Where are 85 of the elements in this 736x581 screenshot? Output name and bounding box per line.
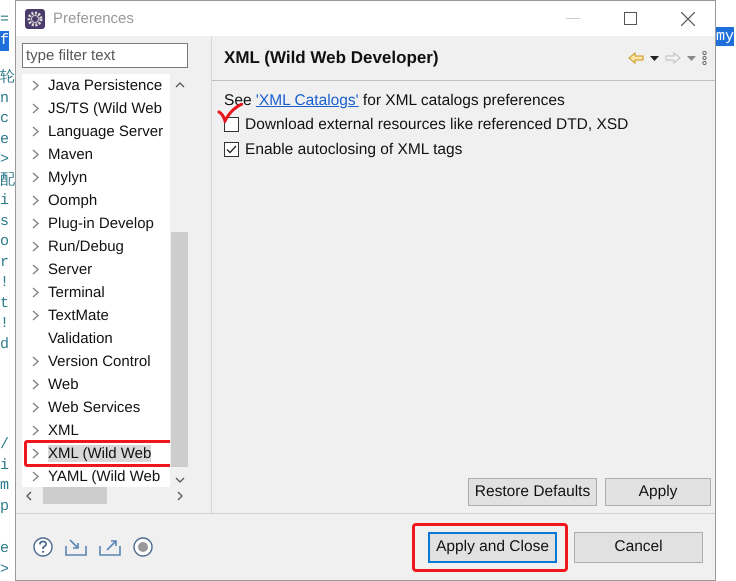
chevron-icon[interactable] <box>32 402 39 413</box>
code-fragment: s <box>0 212 10 232</box>
chevron-icon[interactable] <box>32 103 39 114</box>
tree-item[interactable]: Terminal <box>22 281 170 304</box>
scroll-right-icon[interactable] <box>177 490 183 500</box>
chevron-icon[interactable] <box>32 126 39 137</box>
code-fragment: r <box>0 252 10 272</box>
scroll-down-icon[interactable] <box>174 477 184 483</box>
tree-item[interactable]: Plug-in Develop <box>22 212 170 235</box>
tree-item[interactable]: Mylyn <box>22 166 170 189</box>
code-fragment: i <box>0 456 10 476</box>
help-icon[interactable] <box>33 537 53 557</box>
tree-item[interactable]: Language Server <box>22 120 170 143</box>
page-button[interactable]: Apply <box>605 478 711 506</box>
chevron-icon[interactable] <box>32 80 39 91</box>
tree-item[interactable]: JS/TS (Wild Web <box>22 97 170 120</box>
code-fragment: d <box>0 334 10 354</box>
gear-icon <box>25 8 45 28</box>
code-fragment: n <box>0 88 10 108</box>
tree-item[interactable]: Validation <box>22 327 170 350</box>
chevron-icon[interactable] <box>32 379 39 390</box>
close-icon[interactable] <box>681 12 695 26</box>
chevron-icon[interactable] <box>32 287 39 298</box>
export-icon[interactable] <box>99 538 121 556</box>
tree-item[interactable]: YAML (Wild Web <box>22 465 170 487</box>
chevron-icon[interactable] <box>32 241 39 252</box>
checkbox[interactable] <box>224 117 239 132</box>
chevron-icon[interactable] <box>32 172 39 183</box>
code-fragment: = <box>0 10 10 30</box>
code-fragment: my <box>716 27 734 46</box>
maximize-icon[interactable] <box>624 12 637 25</box>
code-fragment: 配 <box>0 170 15 190</box>
import-icon[interactable] <box>65 538 87 556</box>
option-label: Enable autoclosing of XML tags <box>245 140 462 158</box>
page-title: XML (Wild Web Developer) <box>224 48 439 68</box>
tree-item[interactable]: XML <box>22 419 170 442</box>
more-icon[interactable] <box>702 51 707 65</box>
code-fragment: / <box>0 435 10 455</box>
chevron-icon[interactable] <box>32 471 39 482</box>
checkbox[interactable] <box>224 142 239 157</box>
code-fragment: p <box>0 496 10 516</box>
tree-item[interactable]: TextMate <box>22 304 170 327</box>
scroll-up-icon[interactable] <box>174 82 184 88</box>
code-fragment: > <box>0 560 10 580</box>
code-fragment: t <box>0 294 10 314</box>
chevron-icon[interactable] <box>32 195 39 206</box>
code-fragment: c <box>0 109 10 129</box>
xml-catalogs-link[interactable]: 'XML Catalogs' <box>256 92 359 109</box>
tree-item[interactable]: Maven <box>22 143 170 166</box>
code-fragment: f <box>0 30 10 51</box>
tree-item[interactable]: Run/Debug <box>22 235 170 258</box>
chevron-icon[interactable] <box>32 448 39 459</box>
code-fragment: e <box>0 539 10 559</box>
chevron-icon[interactable] <box>32 218 39 229</box>
dialog-button[interactable]: Apply and Close <box>428 532 557 562</box>
chevron-icon[interactable] <box>32 356 39 367</box>
intro-text: See <box>224 92 253 109</box>
chevron-icon[interactable] <box>32 310 39 321</box>
code-fragment: i <box>0 191 10 211</box>
chevron-icon[interactable] <box>32 264 39 275</box>
code-fragment: m <box>0 476 10 496</box>
tree-item[interactable]: Java Persistence <box>22 74 170 97</box>
chevron-icon[interactable] <box>32 425 39 436</box>
scroll-left-icon[interactable] <box>26 490 32 500</box>
tree-item[interactable]: Web <box>22 373 170 396</box>
tree-item[interactable]: Web Services <box>22 396 170 419</box>
back-arrow-icon[interactable] <box>628 52 644 64</box>
chevron-icon[interactable] <box>32 149 39 160</box>
option-label: Download external resources like referenced DTD, XSD <box>245 116 628 134</box>
dropdown-icon[interactable] <box>650 56 659 60</box>
filter-field[interactable]: type filter text <box>22 43 188 68</box>
tree-item[interactable]: Server <box>22 258 170 281</box>
code-fragment: o <box>0 232 10 252</box>
record-icon[interactable] <box>133 537 153 557</box>
code-fragment: > <box>0 150 10 170</box>
code-fragment: e <box>0 130 10 150</box>
code-fragment: ! <box>0 314 10 334</box>
code-fragment: ! <box>0 273 10 293</box>
tree-item[interactable]: Version Control <box>22 350 170 373</box>
tree-item[interactable]: Oomph <box>22 189 170 212</box>
window-title: Preferences <box>53 10 134 27</box>
page-button[interactable]: Restore Defaults <box>468 478 597 506</box>
dialog-button[interactable]: Cancel <box>574 532 703 562</box>
intro-text: for XML catalogs preferences <box>362 92 565 109</box>
code-fragment: 轮 <box>0 68 15 88</box>
